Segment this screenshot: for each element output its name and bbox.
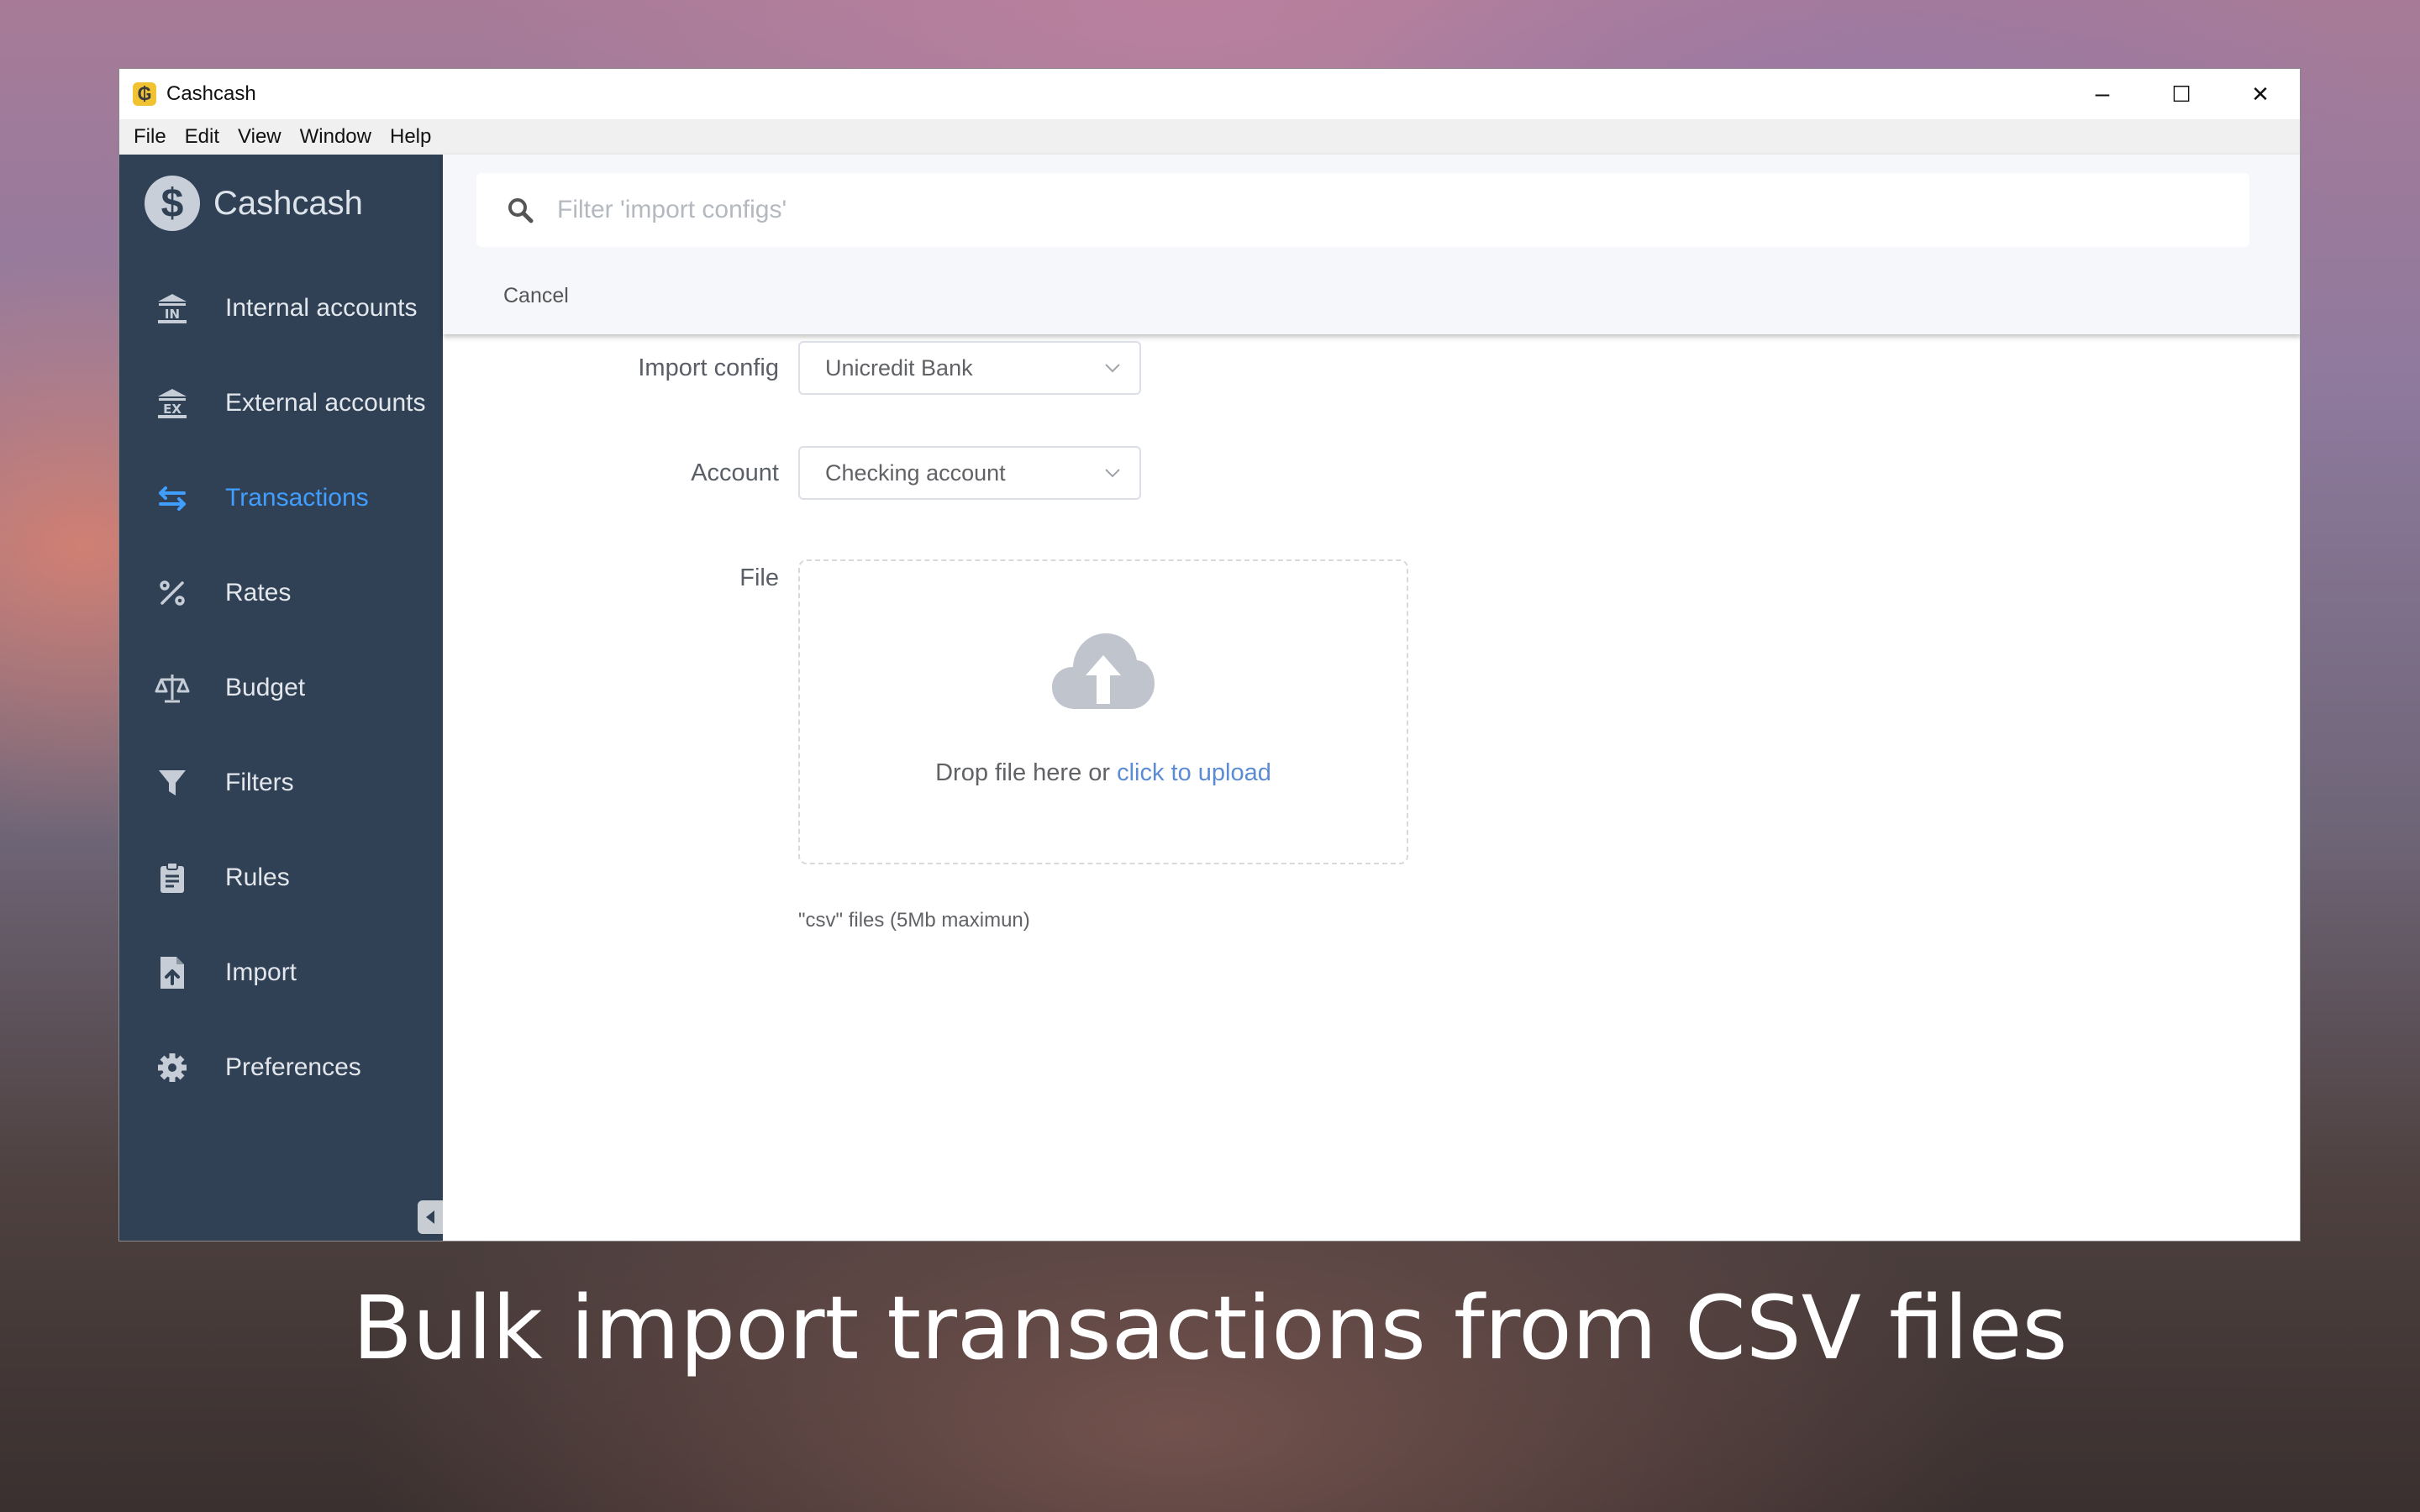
- menu-edit[interactable]: Edit: [176, 125, 229, 149]
- chevron-down-icon: [1105, 364, 1120, 373]
- menu-window[interactable]: Window: [291, 125, 381, 149]
- main-content: Cancel Import config Unicredit Bank Acco…: [443, 155, 2300, 1241]
- brand[interactable]: $ Cashcash: [145, 171, 363, 235]
- account-value: Checking account: [825, 459, 1006, 486]
- sidebar-item-import[interactable]: Import: [119, 925, 443, 1020]
- menu-bar: File Edit View Window Help: [119, 119, 2300, 155]
- sidebar-item-label: Internal accounts: [225, 293, 418, 322]
- transfer-arrows-icon: [153, 479, 192, 517]
- click-to-upload-link[interactable]: click to upload: [1117, 759, 1271, 786]
- maximize-button[interactable]: ☐: [2142, 69, 2221, 119]
- sidebar-item-label: Filters: [225, 768, 294, 796]
- sidebar-item-label: External accounts: [225, 388, 426, 417]
- file-upload-icon: [153, 953, 192, 992]
- sidebar-item-label: Rates: [225, 578, 292, 606]
- bank-in-icon: IN: [153, 289, 192, 328]
- account-label: Account: [691, 459, 779, 486]
- menu-help[interactable]: Help: [381, 125, 440, 149]
- import-config-value: Unicredit Bank: [825, 354, 973, 381]
- sidebar-item-label: Transactions: [225, 483, 369, 512]
- search-icon: [508, 198, 534, 223]
- search-box: [476, 173, 2249, 247]
- title-bar: ₲ Cashcash – ☐ ✕: [119, 69, 2300, 119]
- collapse-sidebar-button[interactable]: [418, 1200, 443, 1234]
- menu-view[interactable]: View: [229, 125, 291, 149]
- upload-text: Drop file here or click to upload: [935, 759, 1271, 786]
- app-icon: ₲: [133, 82, 156, 106]
- brand-name: Cashcash: [213, 184, 363, 222]
- sidebar-item-internal-accounts[interactable]: IN Internal accounts: [119, 260, 443, 355]
- sidebar-item-transactions[interactable]: Transactions: [119, 450, 443, 545]
- window-controls: – ☐ ✕: [2063, 69, 2300, 119]
- import-config-label: Import config: [638, 354, 779, 381]
- upload-dropzone[interactable]: Drop file here or click to upload: [798, 559, 1408, 864]
- bank-ex-icon: EX: [153, 384, 192, 423]
- gear-icon: [153, 1048, 192, 1087]
- file-label: File: [739, 564, 779, 591]
- sidebar-nav: IN Internal accounts EX External account…: [119, 260, 443, 1115]
- app-window: ₲ Cashcash – ☐ ✕ File Edit View Window H…: [118, 68, 2301, 1242]
- sidebar: $ Cashcash IN Internal accounts EX Exter…: [119, 155, 443, 1241]
- scale-icon: [153, 669, 192, 707]
- cloud-upload-icon: [1052, 633, 1155, 709]
- sidebar-item-filters[interactable]: Filters: [119, 735, 443, 830]
- minimize-button[interactable]: –: [2063, 69, 2142, 119]
- sidebar-item-label: Import: [225, 958, 297, 986]
- sidebar-item-label: Budget: [225, 673, 306, 701]
- cashcash-logo-icon: $: [145, 176, 200, 231]
- menu-file[interactable]: File: [124, 125, 176, 149]
- svg-text:IN: IN: [165, 307, 180, 322]
- sidebar-item-budget[interactable]: Budget: [119, 640, 443, 735]
- sidebar-item-label: Rules: [225, 863, 290, 891]
- upload-tip: "csv" files (5Mb maximun): [798, 909, 1030, 932]
- sidebar-item-preferences[interactable]: Preferences: [119, 1020, 443, 1115]
- account-select[interactable]: Checking account: [798, 446, 1141, 500]
- top-bar: Cancel: [443, 155, 2300, 334]
- import-config-select[interactable]: Unicredit Bank: [798, 341, 1141, 395]
- search-input[interactable]: [557, 196, 2154, 224]
- close-button[interactable]: ✕: [2221, 69, 2300, 119]
- chevron-down-icon: [1105, 469, 1120, 478]
- sidebar-item-label: Preferences: [225, 1053, 361, 1081]
- sidebar-item-external-accounts[interactable]: EX External accounts: [119, 355, 443, 450]
- svg-text:EX: EX: [163, 402, 182, 417]
- promo-caption: Bulk import transactions from CSV files: [352, 1277, 2068, 1379]
- funnel-icon: [153, 764, 192, 802]
- caret-left-icon: [426, 1210, 434, 1224]
- cancel-button[interactable]: Cancel: [503, 284, 569, 308]
- clipboard-icon: [153, 858, 192, 897]
- sidebar-item-rules[interactable]: Rules: [119, 830, 443, 925]
- percent-icon: [153, 574, 192, 612]
- window-title: Cashcash: [166, 82, 256, 105]
- sidebar-item-rates[interactable]: Rates: [119, 545, 443, 640]
